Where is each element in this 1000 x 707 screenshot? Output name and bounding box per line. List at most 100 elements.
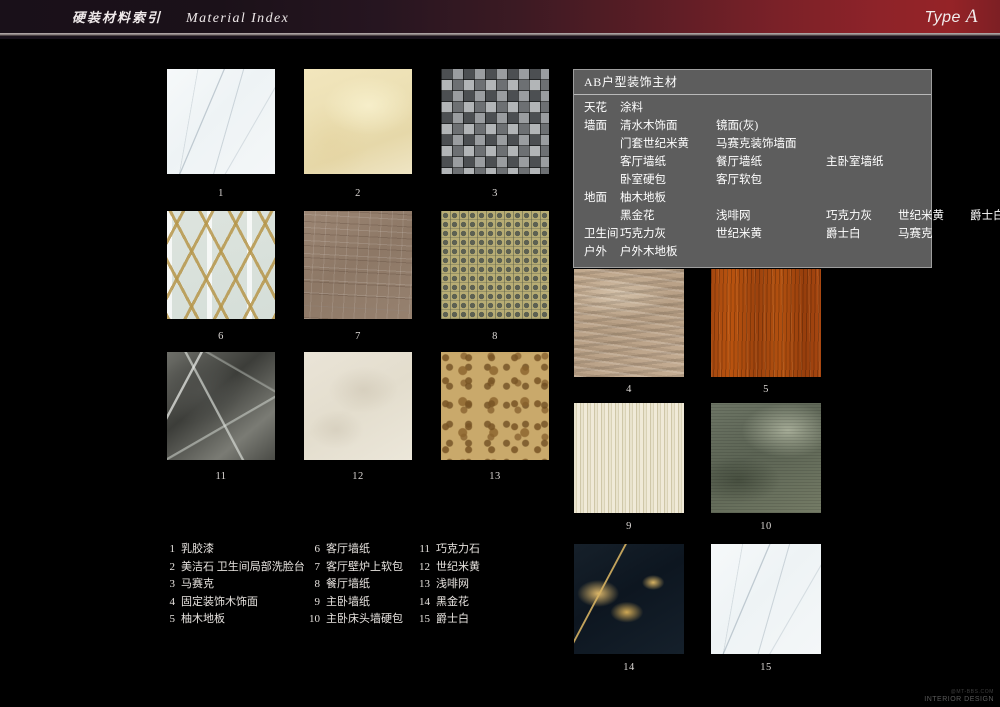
- spec-value: 主卧室墙纸: [826, 156, 884, 168]
- legend-item[interactable]: 13 浅啡网: [418, 576, 523, 594]
- legend-item-label: 世纪米黄: [436, 560, 480, 573]
- legend-item-number: 9: [314, 595, 321, 608]
- legend-item-label: 浅啡网: [436, 578, 469, 590]
- legend-column: 11 巧克力石 12 世纪米黄 13 浅啡网 14 黑金花 15 爵士白: [418, 541, 523, 629]
- swatch-texture-1: [167, 69, 275, 174]
- legend-item[interactable]: 9 主卧墙纸: [308, 594, 418, 612]
- legend-item-label: 美洁石 卫生间局部洗脸台: [181, 560, 305, 573]
- spec-value: 爵士白: [826, 228, 861, 240]
- legend-item[interactable]: 14 黑金花: [418, 594, 523, 612]
- material-swatch-1[interactable]: [167, 69, 275, 174]
- spec-value: 世纪米黄: [716, 228, 762, 240]
- legend-item-number: 3: [169, 578, 176, 590]
- swatch-label-2: 2: [355, 188, 361, 199]
- spec-value: 巧克力灰: [826, 210, 872, 222]
- spec-value: 马赛克: [898, 228, 933, 240]
- legend-item-label: 主卧床头墙硬包: [326, 613, 403, 625]
- swatch-label-15: 15: [760, 662, 772, 673]
- watermark-tagline: INTERIOR DESIGN: [924, 695, 994, 703]
- swatch-label-11: 11: [215, 471, 227, 482]
- legend-item-number: 8: [314, 578, 321, 590]
- page-title-en: Material Index: [186, 11, 290, 26]
- spec-row-category: 地面: [584, 192, 607, 204]
- legend-item[interactable]: 8 餐厅墙纸: [308, 576, 418, 594]
- spec-row-values: 门套世纪米黄 马赛克装饰墙面: [620, 135, 925, 153]
- legend-item[interactable]: 1 乳胶漆: [163, 541, 308, 559]
- spec-row-category: 卫生间: [584, 228, 619, 240]
- swatch-label-3: 3: [492, 188, 498, 199]
- swatch-texture-7: [304, 211, 412, 319]
- material-swatch-11[interactable]: [167, 352, 275, 460]
- swatch-label-14: 14: [623, 662, 635, 673]
- spec-row-category: 天花: [584, 102, 607, 114]
- spec-row: 卧室硬包 客厅软包: [574, 171, 931, 189]
- legend-item[interactable]: 6 客厅墙纸: [308, 541, 418, 559]
- legend-item-number: 13: [419, 578, 430, 590]
- spec-value: 餐厅墙纸: [716, 156, 762, 168]
- swatch-label-9: 9: [626, 521, 632, 532]
- legend-item[interactable]: 4 固定装饰木饰面: [163, 594, 308, 612]
- spec-value: 巧克力灰: [620, 228, 666, 240]
- legend-item[interactable]: 10 主卧床头墙硬包: [308, 611, 418, 629]
- material-swatch-9[interactable]: [574, 403, 684, 513]
- material-swatch-8[interactable]: [441, 211, 549, 319]
- swatch-texture-2: [304, 69, 412, 174]
- material-swatch-14[interactable]: [574, 544, 684, 654]
- type-value: A: [965, 6, 978, 27]
- swatch-label-7: 7: [355, 331, 361, 342]
- material-swatch-3[interactable]: [441, 69, 549, 174]
- spec-row: 户外 户外木地板: [574, 243, 931, 261]
- legend-item-number: 5: [169, 613, 176, 625]
- legend-item-number: 14: [419, 595, 430, 608]
- spec-value: 浅啡网: [716, 210, 751, 222]
- header-divider-shadow: [0, 36, 1000, 39]
- spec-value: 柚木地板: [620, 192, 666, 204]
- material-swatch-13[interactable]: [441, 352, 549, 460]
- legend-item-number: 11: [419, 543, 430, 555]
- swatch-label-12: 12: [352, 471, 364, 482]
- swatch-texture-3: [441, 69, 549, 174]
- legend-item-label: 主卧墙纸: [326, 595, 370, 608]
- swatch-label-13: 13: [489, 471, 501, 482]
- legend-item[interactable]: 5 柚木地板: [163, 611, 308, 629]
- spec-row-values: 清水木饰面 镜面(灰): [620, 117, 925, 135]
- legend-item[interactable]: 11 巧克力石: [418, 541, 523, 559]
- material-swatch-12[interactable]: [304, 352, 412, 460]
- material-swatch-10[interactable]: [711, 403, 821, 513]
- legend-item-label: 巧克力石: [436, 543, 480, 555]
- material-swatch-6[interactable]: [167, 211, 275, 319]
- legend-item[interactable]: 7 客厅壁炉上软包: [308, 559, 418, 577]
- spec-table: AB户型装饰主材 天花 涂料 墙面 清水木饰面 镜面(灰) 门套世纪米黄 马赛克装饰墙面 客厅…: [573, 69, 1000, 268]
- spec-table-body: 天花 涂料 墙面 清水木饰面 镜面(灰) 门套世纪米黄 马赛克装饰墙面 客厅墙纸 餐厅墙纸 主卧室…: [574, 95, 1000, 267]
- legend-item[interactable]: 2 美洁石 卫生间局部洗脸台: [163, 559, 308, 577]
- spec-value: 户外木地板: [620, 246, 678, 258]
- material-swatch-4[interactable]: [574, 269, 684, 377]
- swatch-label-1: 1: [218, 188, 224, 199]
- swatch-texture-12: [304, 352, 412, 460]
- material-swatch-5[interactable]: [711, 269, 821, 377]
- material-swatch-7[interactable]: [304, 211, 412, 319]
- material-swatch-2[interactable]: [304, 69, 412, 174]
- spec-value: 黑金花: [620, 210, 655, 222]
- watermark: @MT-BBS.COM INTERIOR DESIGN: [924, 689, 994, 704]
- legend-item-number: 12: [419, 560, 430, 573]
- spec-value: 门套世纪米黄: [620, 138, 689, 150]
- spec-row-values: 户外木地板: [620, 243, 925, 261]
- swatch-texture-4: [574, 269, 684, 377]
- spec-row: 天花 涂料: [574, 99, 931, 117]
- legend-item-label: 柚木地板: [181, 613, 225, 625]
- legend-item-number: 1: [169, 543, 176, 555]
- legend-item-number: 4: [169, 595, 176, 608]
- legend-column: 1 乳胶漆 2 美洁石 卫生间局部洗脸台 3 马赛克 4 固定装饰木饰面 5 柚木地板: [163, 541, 308, 629]
- material-swatch-15[interactable]: [711, 544, 821, 654]
- spec-row: 客厅墙纸 餐厅墙纸 主卧室墙纸: [574, 153, 931, 171]
- spec-row-values: 巧克力灰 世纪米黄 爵士白 马赛克: [620, 225, 970, 243]
- swatch-label-6: 6: [218, 331, 224, 342]
- spec-row: 卫生间 巧克力灰 世纪米黄 爵士白 马赛克: [574, 225, 933, 243]
- spec-row: 门套世纪米黄 马赛克装饰墙面: [574, 135, 931, 153]
- spec-value: 客厅墙纸: [620, 156, 666, 168]
- legend-item[interactable]: 15 爵士白: [418, 611, 523, 629]
- swatch-label-4: 4: [626, 384, 632, 395]
- legend-item[interactable]: 12 世纪米黄: [418, 559, 523, 577]
- legend-item[interactable]: 3 马赛克: [163, 576, 308, 594]
